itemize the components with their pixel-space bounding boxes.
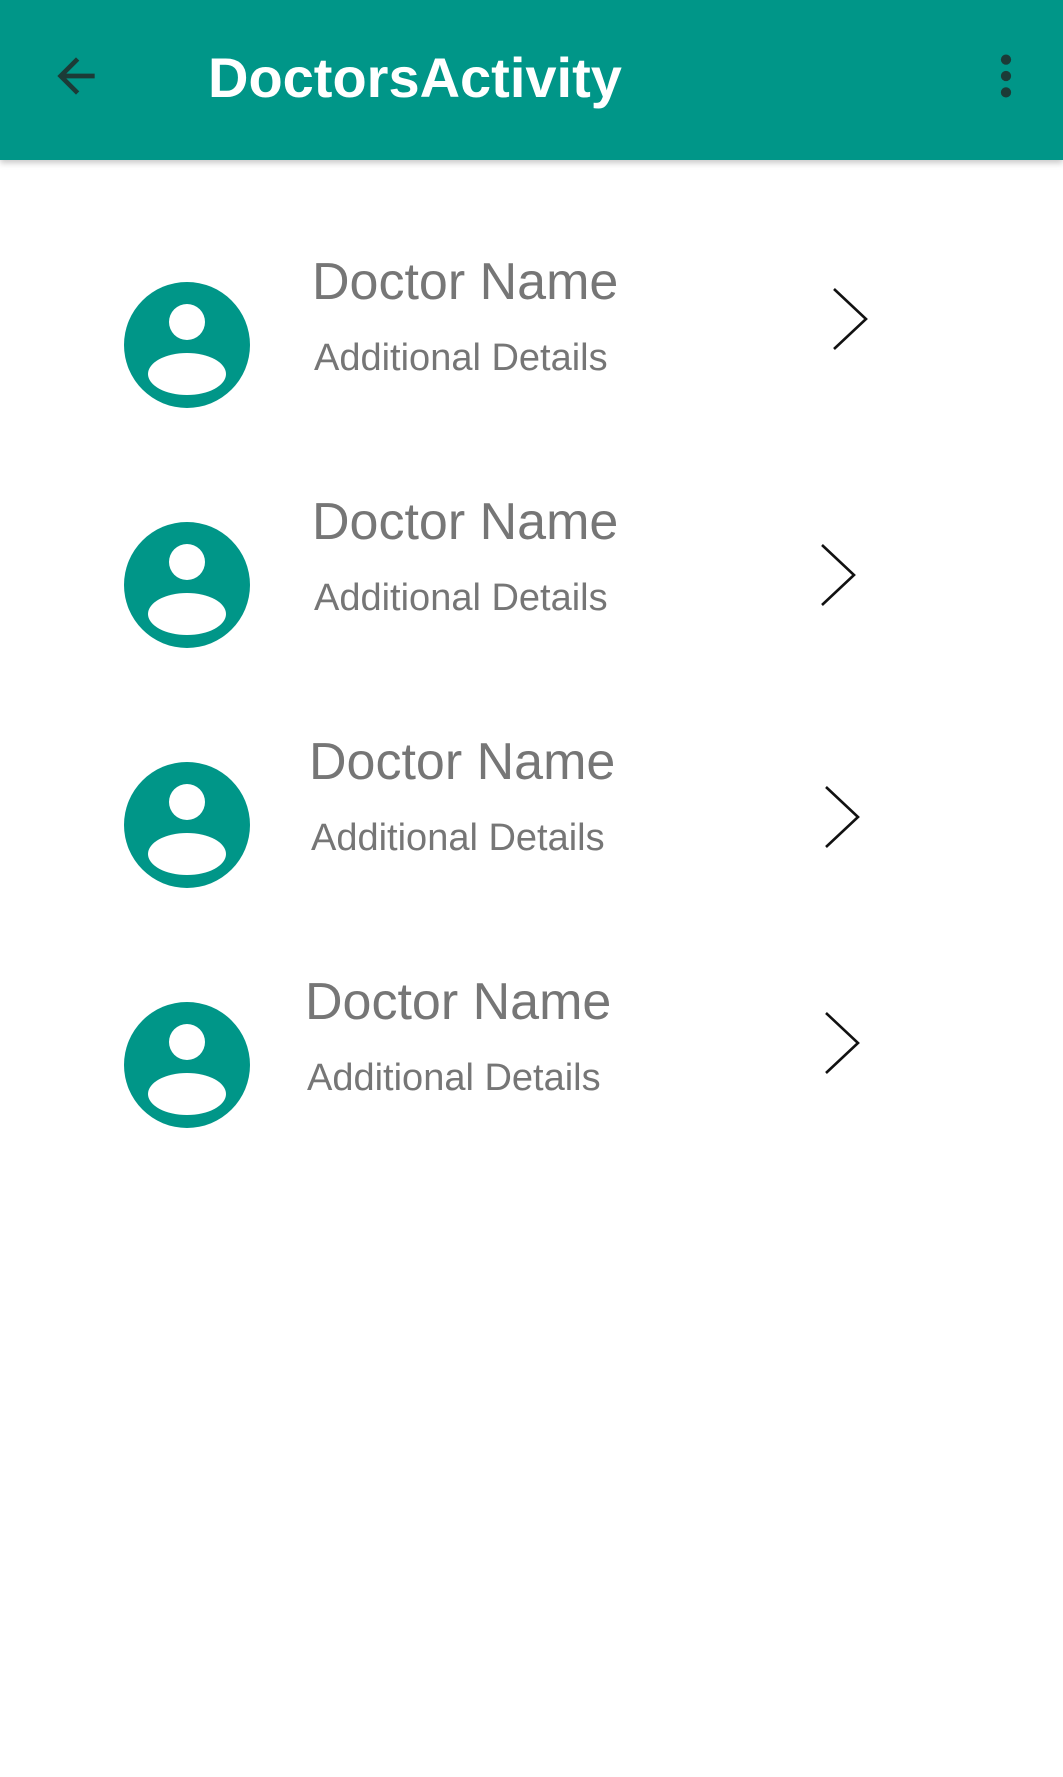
doctor-name: Doctor Name <box>312 253 619 311</box>
more-vert-icon <box>1000 54 1012 98</box>
doctor-list-item[interactable]: Doctor Name Additional Details <box>0 960 1063 1200</box>
account-circle-icon <box>124 282 250 408</box>
chevron-right-icon <box>825 786 860 848</box>
account-circle-icon <box>124 1002 250 1128</box>
overflow-menu-button[interactable] <box>966 36 1046 116</box>
chevron-right-icon <box>833 288 868 350</box>
doctor-name: Doctor Name <box>305 973 612 1031</box>
page-title: DoctorsActivity <box>208 46 622 109</box>
doctor-details: Additional Details <box>314 577 608 619</box>
back-button[interactable] <box>36 36 116 116</box>
doctor-details: Additional Details <box>314 337 608 379</box>
account-circle-icon <box>124 522 250 648</box>
doctor-details: Additional Details <box>311 817 605 859</box>
arrow-left-icon <box>57 57 95 95</box>
doctor-list-item[interactable]: Doctor Name Additional Details <box>0 240 1063 480</box>
doctor-name: Doctor Name <box>309 733 616 791</box>
app-bar: DoctorsActivity <box>0 0 1063 160</box>
doctor-name: Doctor Name <box>312 493 619 551</box>
doctor-list-item[interactable]: Doctor Name Additional Details <box>0 720 1063 960</box>
doctor-list-item[interactable]: Doctor Name Additional Details <box>0 480 1063 720</box>
account-circle-icon <box>124 762 250 888</box>
doctor-details: Additional Details <box>307 1057 601 1099</box>
chevron-right-icon <box>825 1012 860 1074</box>
chevron-right-icon <box>821 544 856 606</box>
